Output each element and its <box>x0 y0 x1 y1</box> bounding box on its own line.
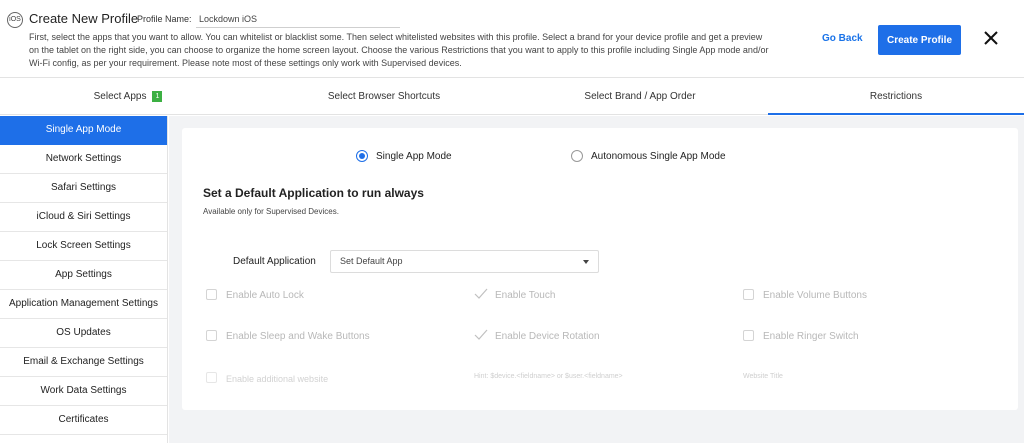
sidebar-item-work-data-settings[interactable]: Work Data Settings <box>0 377 167 406</box>
enable-additional-website-checkbox[interactable] <box>206 372 217 383</box>
tab-label: Select Browser Shortcuts <box>327 91 441 102</box>
autonomous-single-app-mode-radio[interactable] <box>571 150 583 162</box>
tab-label: Select Brand / App Order <box>584 91 696 102</box>
tab-restrictions[interactable]: Restrictions <box>768 82 1024 115</box>
enable-ringer-switch-checkbox[interactable] <box>743 330 754 341</box>
enable-touch-label: Enable Touch <box>495 290 556 301</box>
sidebar-item-os-updates[interactable]: OS Updates <box>0 319 167 348</box>
tab-select-browser-shortcuts[interactable]: Select Browser Shortcuts <box>256 82 512 115</box>
enable-sleep-wake-buttons-label: Enable Sleep and Wake Buttons <box>226 331 370 342</box>
profile-name-label: Profile Name: <box>137 14 192 24</box>
default-application-label: Default Application <box>233 256 316 267</box>
website-url-hint: Hint: $device.<fieldname> or $user.<fiel… <box>474 373 623 380</box>
sidebar-item-application-management-settings[interactable]: Application Management Settings <box>0 290 167 319</box>
enable-device-rotation-label: Enable Device Rotation <box>495 331 600 342</box>
tab-select-apps[interactable]: Select Apps 1 <box>0 82 256 115</box>
enable-ringer-switch-label: Enable Ringer Switch <box>763 331 859 342</box>
section-title: Set a Default Application to run always <box>203 186 424 200</box>
enable-device-rotation-checkmark-icon[interactable] <box>474 329 488 341</box>
autonomous-single-app-mode-label: Autonomous Single App Mode <box>591 151 726 162</box>
enable-additional-website-label: Enable additional website <box>226 374 329 384</box>
create-profile-button[interactable]: Create Profile <box>878 25 961 55</box>
sidebar-item-lock-screen-settings[interactable]: Lock Screen Settings <box>0 232 167 261</box>
sidebar-item-certificates[interactable]: Certificates <box>0 406 167 435</box>
header: iOS Create New Profile Profile Name: Fir… <box>0 0 1024 78</box>
section-subtitle: Available only for Supervised Devices. <box>203 207 339 216</box>
enable-auto-lock-checkbox[interactable] <box>206 289 217 300</box>
profile-name-input[interactable] <box>196 11 400 28</box>
enable-touch-checkmark-icon[interactable] <box>474 288 488 300</box>
go-back-link[interactable]: Go Back <box>822 33 863 44</box>
sidebar-item-icloud-siri-settings[interactable]: iCloud & Siri Settings <box>0 203 167 232</box>
sidebar-item-app-settings[interactable]: App Settings <box>0 261 167 290</box>
sidebar-item-safari-settings[interactable]: Safari Settings <box>0 174 167 203</box>
single-app-mode-label: Single App Mode <box>376 151 452 162</box>
sidebar: Single App Mode Network Settings Safari … <box>0 116 168 443</box>
page-title: Create New Profile <box>29 11 139 26</box>
single-app-mode-radio[interactable] <box>356 150 368 162</box>
sidebar-item-network-settings[interactable]: Network Settings <box>0 145 167 174</box>
settings-card <box>182 128 1018 410</box>
enable-volume-buttons-checkbox[interactable] <box>743 289 754 300</box>
ios-icon: iOS <box>7 12 23 28</box>
tab-label: Select Apps <box>93 91 147 102</box>
tab-label: Restrictions <box>869 91 923 102</box>
tab-bar: Select Apps 1 Select Browser Shortcuts Se… <box>0 82 1024 115</box>
page-description: First, select the apps that you want to … <box>29 32 769 68</box>
chevron-down-icon <box>583 260 589 264</box>
sidebar-item-single-app-mode[interactable]: Single App Mode <box>0 116 167 145</box>
sidebar-item-email-exchange-settings[interactable]: Email & Exchange Settings <box>0 348 167 377</box>
default-application-value: Set Default App <box>340 256 403 266</box>
close-icon[interactable] <box>982 29 1000 47</box>
tab-select-brand-app-order[interactable]: Select Brand / App Order <box>512 82 768 115</box>
enable-auto-lock-label: Enable Auto Lock <box>226 290 304 301</box>
enable-volume-buttons-label: Enable Volume Buttons <box>763 290 867 301</box>
enable-sleep-wake-buttons-checkbox[interactable] <box>206 330 217 341</box>
tab-count-badge: 1 <box>152 91 163 102</box>
website-title-placeholder[interactable]: Website Title <box>743 373 783 380</box>
default-application-select[interactable]: Set Default App <box>330 250 599 273</box>
